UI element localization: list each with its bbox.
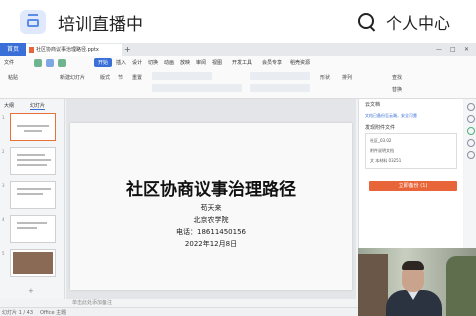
menu-design[interactable]: 设计 [132,59,142,66]
undo-icon[interactable] [34,59,42,67]
shape-button[interactable]: 形状 [320,74,330,81]
file-item[interactable]: 社区_03.02 [370,138,391,144]
slide-author: 苟天来 [200,204,222,212]
file-item[interactable]: 附件说明文档 [370,148,394,154]
slide-thumbnail[interactable] [10,215,56,243]
slide-number: 1 [2,115,5,120]
format-icon[interactable] [58,59,66,67]
new-tab-icon[interactable]: + [124,43,131,56]
menu-resources[interactable]: 稻壳资源 [290,59,310,66]
find-button[interactable]: 查找 [392,74,402,81]
menu-slideshow[interactable]: 放映 [180,59,190,66]
menu-developer[interactable]: 开发工具 [232,59,252,66]
slide-number: 3 [2,183,5,188]
tool-icon[interactable] [467,115,475,123]
slide-phone: 电话：18611450156 [176,228,246,236]
cloud-doc-panel: 云文档 文档已备份至云端，安全可靠 发现附件文件 社区_03.02 附件说明文档… [358,99,463,249]
redo-icon[interactable] [46,59,54,67]
slide-title: 社区协商议事治理路径 [126,180,296,200]
live-broadcast-icon [20,10,46,34]
shared-screen: 首页 社区协商议事治理路径.pptx + — □ ✕ 文件 开始 插入 设计 切… [0,43,476,316]
search-icon[interactable] [358,13,374,29]
tool-icon[interactable] [467,103,475,111]
ribbon: 文件 开始 插入 设计 切换 动画 放映 审阅 视图 开发工具 会员专享 稻壳资… [0,56,476,99]
arrange-button[interactable]: 排列 [342,74,352,81]
panel-link[interactable]: 文档已备份至云端，安全可靠 [365,113,417,119]
theme-label: Office 主题 [40,310,67,316]
font-select[interactable] [152,72,212,80]
slide-org: 北京农学院 [193,216,229,224]
slide-date: 2022年12月8日 [184,240,238,248]
tab-home[interactable]: 首页 [0,43,26,56]
notes-area[interactable]: 单击此处添加备注 [66,299,362,307]
current-slide[interactable]: 社区协商议事治理路径 苟天来 北京农学院 电话：18611450156 2022… [70,123,352,290]
slide-thumbnail[interactable] [10,147,56,175]
add-slide-button[interactable]: + [28,287,34,295]
user-center-link[interactable]: 个人中心 [386,10,450,34]
align-row[interactable] [250,84,310,92]
page-title: 培训直播中 [58,15,143,35]
slide-thumbnail[interactable] [10,249,56,277]
tool-icon[interactable] [467,151,475,159]
menu-file[interactable]: 文件 [4,59,14,66]
slide-canvas: 社区协商议事治理路径 苟天来 北京农学院 电话：18611450156 2022… [66,99,356,299]
font-style-row[interactable] [152,84,242,92]
file-list: 社区_03.02 附件说明文档 文 本材料 03251 [365,133,457,169]
slide-number: 2 [2,149,5,154]
tool-icon[interactable] [467,139,475,147]
slide-counter: 幻灯片 1 / 43 [2,310,33,316]
presenter-camera [358,248,476,316]
menu-start[interactable]: 开始 [94,58,113,67]
backup-button[interactable]: 立即备份 (1) [369,181,457,191]
tool-icon[interactable] [467,127,475,135]
slide-number: 4 [2,217,5,222]
tab-document[interactable]: 社区协商议事治理路径.pptx [26,44,122,56]
menu-transition[interactable]: 切换 [148,59,158,66]
wps-tab-bar: 首页 社区协商议事治理路径.pptx + — □ ✕ [0,43,476,56]
slide-thumbnail[interactable] [10,113,56,141]
section-button[interactable]: 节 [118,74,123,81]
panel-subtitle: 发现附件文件 [365,125,396,131]
app-header: 培训直播中 个人中心 [0,0,476,43]
paste-button[interactable]: 粘贴 [8,74,18,81]
maximize-icon[interactable]: □ [450,43,456,56]
tab-outline[interactable]: 大纲 [4,102,14,109]
tab-slides[interactable]: 幻灯片 [30,102,46,110]
new-slide-button[interactable]: 新建幻灯片 [60,74,85,81]
reset-button[interactable]: 重置 [132,74,142,81]
file-item[interactable]: 文 本材料 03251 [370,158,401,164]
minimize-icon[interactable]: — [436,43,442,56]
slide-photo [13,252,53,274]
menu-member[interactable]: 会员专享 [262,59,282,66]
layout-button[interactable]: 版式 [100,74,110,81]
menu-insert[interactable]: 插入 [116,59,126,66]
slide-thumbnail[interactable] [10,181,56,209]
slide-number: 5 [2,251,5,256]
panel-title: 云文档 [365,102,381,108]
paragraph-row[interactable] [250,72,310,80]
replace-button[interactable]: 替换 [392,86,402,93]
menu-view[interactable]: 视图 [212,59,222,66]
close-icon[interactable]: ✕ [464,43,469,56]
slide-thumbnail-panel: 大纲 幻灯片 1 2 3 4 5 + [0,99,65,299]
menu-animation[interactable]: 动画 [164,59,174,66]
menu-review[interactable]: 审阅 [196,59,206,66]
